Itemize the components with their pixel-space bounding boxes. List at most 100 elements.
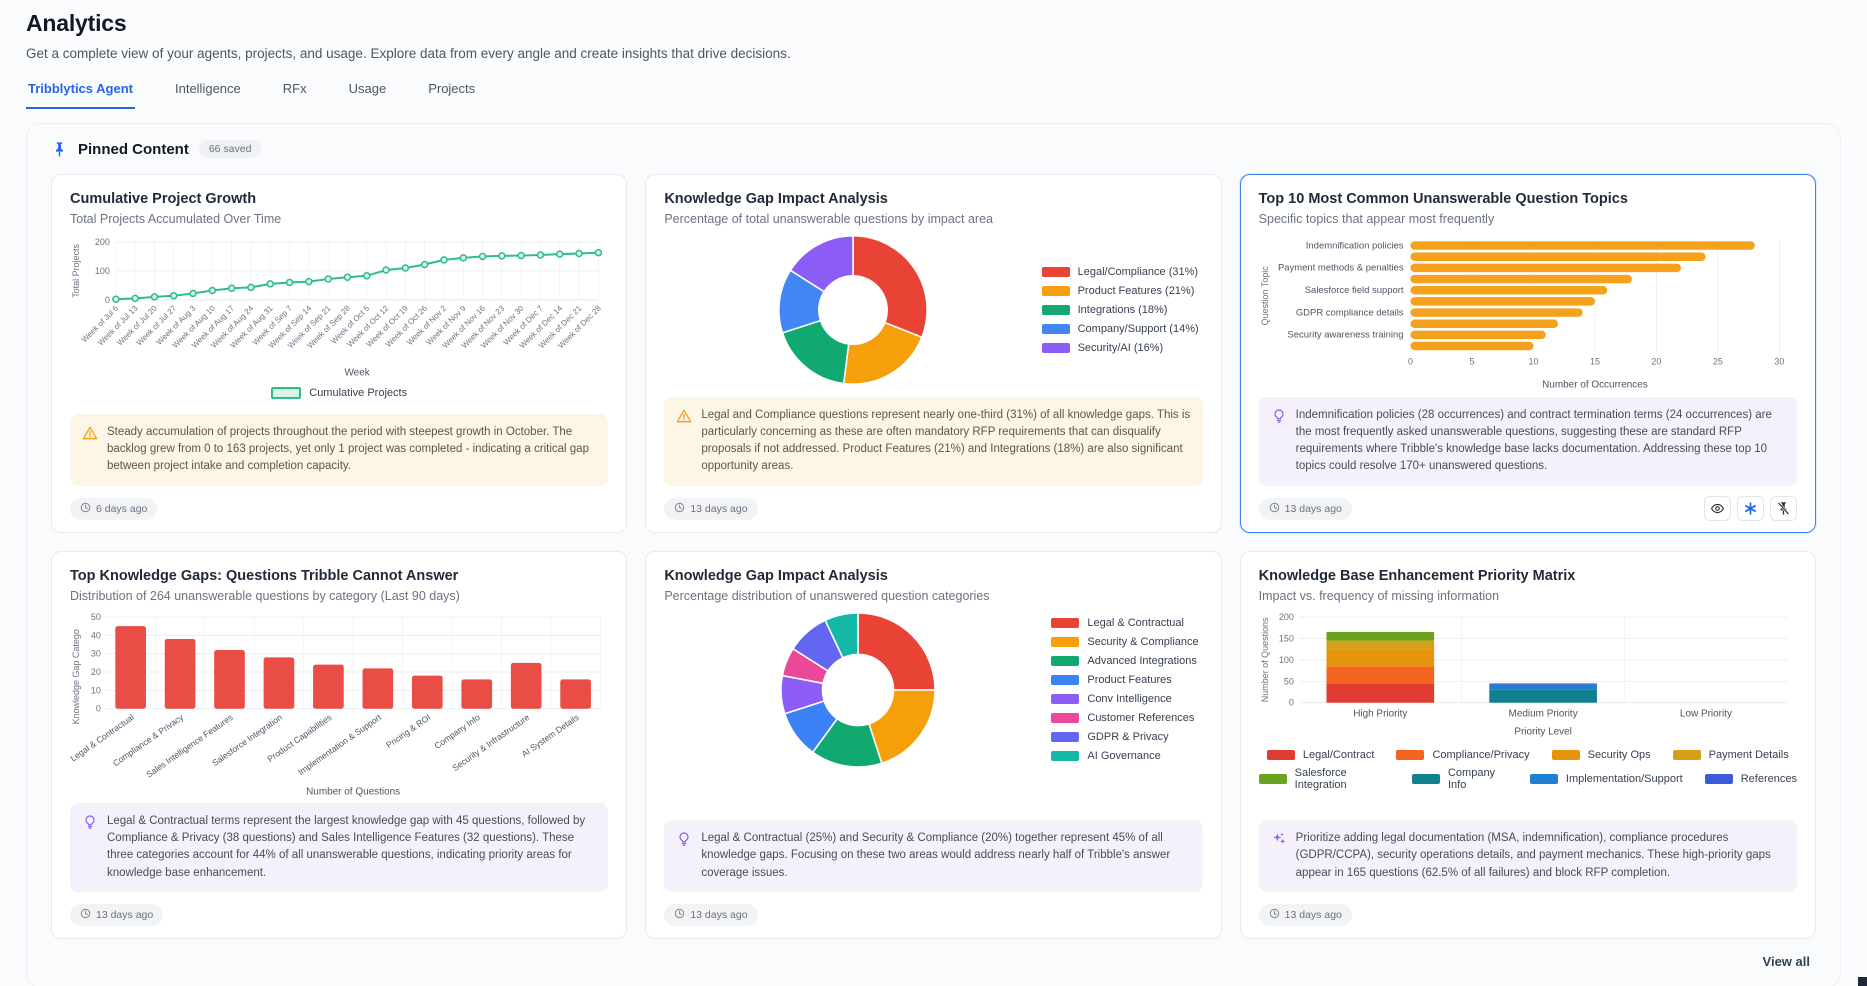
legend-item: Compliance/Privacy: [1396, 749, 1529, 761]
data-point[interactable]: [402, 265, 408, 271]
legend-item: Conv Intelligence: [1051, 693, 1198, 705]
unpin-button[interactable]: [1770, 496, 1797, 521]
data-point[interactable]: [499, 253, 505, 259]
tab-intelligence[interactable]: Intelligence: [173, 77, 243, 109]
data-point[interactable]: [132, 295, 138, 301]
bar[interactable]: [511, 662, 542, 708]
data-point[interactable]: [383, 267, 389, 273]
svg-text:Salesforce field support: Salesforce field support: [1304, 285, 1403, 296]
tab-rfx[interactable]: RFx: [281, 77, 309, 109]
data-point[interactable]: [537, 252, 543, 258]
card-actions: [1704, 496, 1797, 521]
bar[interactable]: [165, 638, 196, 708]
data-point[interactable]: [518, 253, 524, 259]
data-point[interactable]: [267, 281, 273, 287]
clock-icon: [1269, 908, 1280, 922]
data-point[interactable]: [441, 257, 447, 263]
hbar-chart-svg: 051015202530Indemnification policiesPaym…: [1259, 234, 1797, 392]
stack-segment[interactable]: [1489, 689, 1597, 702]
stack-segment[interactable]: [1489, 684, 1597, 689]
card-priority-matrix: Knowledge Base Enhancement Priority Matr…: [1240, 551, 1816, 939]
chart-legend: Legal/Compliance (31%)Product Features (…: [1042, 266, 1203, 354]
data-point[interactable]: [460, 255, 466, 261]
pie-slice[interactable]: [858, 612, 935, 689]
card-title: Knowledge Base Enhancement Priority Matr…: [1259, 568, 1797, 584]
data-point[interactable]: [209, 288, 215, 294]
bar[interactable]: [461, 679, 492, 708]
data-point[interactable]: [171, 293, 177, 299]
bar[interactable]: [412, 675, 443, 708]
card-subtitle: Percentage distribution of unanswered qu…: [664, 589, 1202, 603]
data-point[interactable]: [576, 251, 582, 257]
data-point[interactable]: [422, 262, 428, 268]
analytics-page: Analytics Get a complete view of your ag…: [0, 0, 1867, 986]
svg-text:Medium Priority: Medium Priority: [1508, 708, 1577, 719]
bar[interactable]: [1410, 331, 1545, 339]
stack-segment[interactable]: [1326, 640, 1434, 649]
insights-button[interactable]: [1737, 496, 1764, 521]
eye-button[interactable]: [1704, 496, 1731, 521]
legend-swatch: [1552, 750, 1580, 760]
legend-item: Implementation/Support: [1530, 767, 1683, 791]
svg-text:40: 40: [91, 630, 101, 640]
svg-text:Number of Occurrences: Number of Occurrences: [1542, 380, 1648, 391]
data-point[interactable]: [364, 273, 370, 279]
svg-text:10: 10: [1528, 357, 1538, 367]
pinned-content-header: Pinned Content 66 saved: [51, 140, 1816, 158]
bar[interactable]: [1410, 241, 1754, 249]
bar[interactable]: [1410, 319, 1558, 327]
bar[interactable]: [1410, 297, 1594, 305]
bar[interactable]: [560, 679, 591, 708]
legend-swatch: [1042, 305, 1070, 315]
tab-projects[interactable]: Projects: [426, 77, 477, 109]
tab-tribblytics-agent[interactable]: Tribblytics Agent: [26, 77, 135, 109]
bar[interactable]: [1410, 342, 1533, 350]
data-point[interactable]: [248, 284, 254, 290]
legend-label: Company/Support (14%): [1078, 323, 1199, 335]
donut-chart: Legal/Compliance (31%)Product Features (…: [664, 234, 1202, 386]
data-point[interactable]: [190, 290, 196, 296]
stack-segment[interactable]: [1326, 631, 1434, 640]
legend-label: Company Info: [1448, 767, 1508, 791]
legend-label: Compliance/Privacy: [1432, 749, 1529, 761]
svg-text:Implementation & Support: Implementation & Support: [296, 711, 383, 776]
data-point[interactable]: [287, 279, 293, 285]
data-point[interactable]: [557, 251, 563, 257]
tab-usage[interactable]: Usage: [347, 77, 389, 109]
svg-text:20: 20: [1651, 357, 1661, 367]
data-point[interactable]: [595, 250, 601, 256]
data-point[interactable]: [113, 296, 119, 302]
bar[interactable]: [1410, 264, 1680, 272]
data-point[interactable]: [306, 279, 312, 285]
stack-segment[interactable]: [1326, 649, 1434, 666]
stack-segment[interactable]: [1326, 683, 1434, 702]
timestamp-text: 13 days ago: [690, 909, 747, 921]
legend-label: Cumulative Projects: [309, 387, 407, 399]
bar[interactable]: [1410, 308, 1582, 316]
stack-segment[interactable]: [1489, 683, 1597, 684]
card-title: Knowledge Gap Impact Analysis: [664, 191, 1202, 207]
bar[interactable]: [313, 664, 344, 708]
bar[interactable]: [264, 657, 295, 708]
data-point[interactable]: [229, 285, 235, 291]
data-point[interactable]: [325, 276, 331, 282]
card-footer: 13 days ago: [1259, 902, 1797, 928]
data-point[interactable]: [480, 253, 486, 259]
legend-label: Payment Details: [1709, 749, 1789, 761]
svg-text:100: 100: [1279, 654, 1294, 664]
donut-chart-svg-holder: [664, 234, 1041, 386]
card-footer: 6 days ago: [70, 496, 608, 522]
bar[interactable]: [1410, 275, 1631, 283]
data-point[interactable]: [151, 294, 157, 300]
pie-slice[interactable]: [853, 236, 927, 337]
bar[interactable]: [214, 649, 245, 708]
bar[interactable]: [1410, 252, 1705, 260]
stacked-chart-svg: 050100150200High PriorityMedium Priority…: [1259, 611, 1797, 739]
data-point[interactable]: [344, 274, 350, 280]
card-subtitle: Specific topics that appear most frequen…: [1259, 212, 1797, 226]
bar[interactable]: [115, 626, 146, 709]
bar[interactable]: [363, 668, 394, 708]
stack-segment[interactable]: [1326, 666, 1434, 683]
bar[interactable]: [1410, 286, 1607, 294]
view-all-button[interactable]: View all: [1763, 954, 1810, 969]
